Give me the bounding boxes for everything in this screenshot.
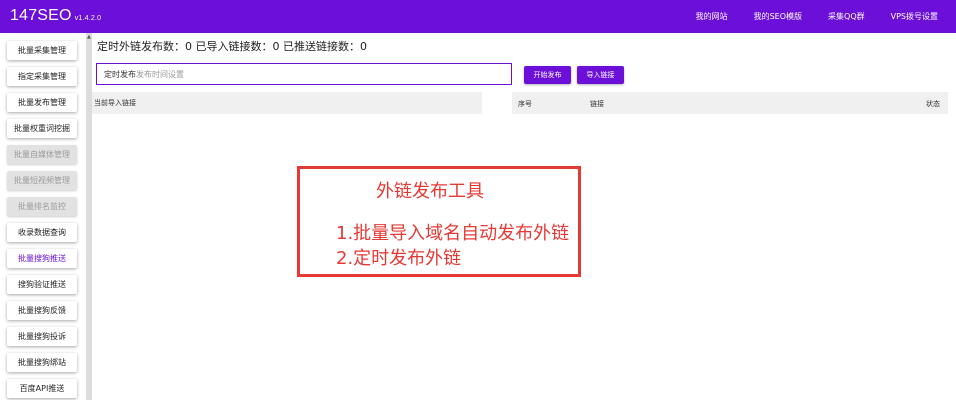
nav-vps-settings[interactable]: VPS拨号设置 — [891, 11, 938, 22]
sidebar: 批量采集管理 指定采集管理 批量发布管理 批量权重词挖掘 批量自媒体管理 批量短… — [0, 33, 86, 400]
app-version: v1.4.2.0 — [74, 15, 102, 22]
publish-stats: 定时外链发布数：0 已导入链接数：0 已推送链接数：0 — [97, 40, 367, 53]
sidebar-item-sogou-feedback[interactable]: 批量搜狗反馈 — [7, 301, 77, 320]
app-logo: 147SEO v1.4.2.0 — [10, 7, 101, 25]
column-status: 状态 — [926, 100, 940, 108]
imported-links-header: 当前导入链接 — [92, 92, 482, 114]
sidebar-item-keyword-mining[interactable]: 批量权重词挖掘 — [7, 119, 77, 138]
annotation-line-1: 1.批量导入域名自动发布外链 — [336, 223, 570, 244]
sidebar-item-sogou-bind-site[interactable]: 批量搜狗绑站 — [7, 353, 77, 372]
sidebar-item-sogou-verify-push[interactable]: 搜狗验证推送 — [7, 275, 77, 294]
top-nav: 我的网站 我的SEO模版 采集QQ群 VPS拨号设置 — [696, 0, 938, 33]
sidebar-item-sogou-push[interactable]: 批量搜狗推送 — [7, 249, 77, 268]
annotation-title: 外链发布工具 — [376, 181, 484, 202]
sidebar-item-self-media[interactable]: 批量自媒体管理 — [7, 145, 77, 164]
sidebar-item-rank-monitor[interactable]: 批量排名监控 — [7, 197, 77, 216]
annotation-box: 外链发布工具 1.批量导入域名自动发布外链 2.定时发布外链 — [297, 166, 581, 277]
schedule-input-placeholder: 发布时间设置 — [136, 69, 184, 79]
top-bar: 147SEO v1.4.2.0 我的网站 我的SEO模版 采集QQ群 VPS拨号设… — [0, 0, 956, 33]
schedule-input-label: 定时发布 — [104, 69, 136, 79]
sidebar-item-short-video[interactable]: 批量短视频管理 — [7, 171, 77, 190]
annotation-line-2: 2.定时发布外链 — [336, 248, 462, 269]
app-name: 147SEO — [10, 7, 72, 24]
scroll-up-icon[interactable]: ▲ — [87, 34, 91, 40]
sidebar-item-index-query[interactable]: 收录数据查询 — [7, 223, 77, 242]
nav-qq-group[interactable]: 采集QQ群 — [828, 11, 865, 22]
sidebar-item-baidu-api-push[interactable]: 百度API推送 — [7, 379, 77, 398]
start-publish-button[interactable]: 开始发布 — [524, 66, 571, 84]
sidebar-item-sogou-complaint[interactable]: 批量搜狗投诉 — [7, 327, 77, 346]
column-index: 序号 — [518, 100, 532, 108]
nav-my-sites[interactable]: 我的网站 — [696, 11, 728, 22]
column-link: 链接 — [590, 100, 604, 108]
sidebar-item-batch-publish[interactable]: 批量发布管理 — [7, 93, 77, 112]
nav-seo-templates[interactable]: 我的SEO模版 — [754, 11, 802, 22]
links-table-header: 序号 链接 状态 — [512, 92, 948, 114]
sidebar-item-batch-collect[interactable]: 批量采集管理 — [7, 41, 77, 60]
sidebar-item-specified-collect[interactable]: 指定采集管理 — [7, 67, 77, 86]
schedule-time-input[interactable]: 定时发布 发布时间设置 — [96, 63, 512, 85]
import-links-button[interactable]: 导入链接 — [577, 66, 624, 84]
